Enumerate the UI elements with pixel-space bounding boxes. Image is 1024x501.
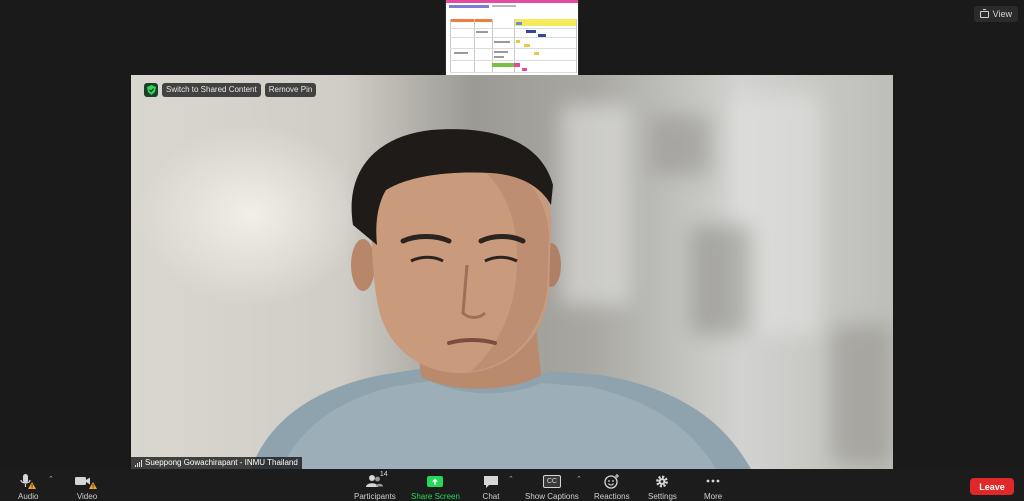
participants-button[interactable]: 14 Participants	[354, 471, 396, 501]
participants-count: 14	[379, 471, 388, 478]
caret-up-icon[interactable]: ⌃	[576, 475, 582, 483]
captions-icon: CC	[542, 475, 561, 488]
thumbnail-subtitle	[492, 5, 516, 7]
chat-icon	[484, 476, 498, 488]
chat-button[interactable]: Chat	[482, 473, 500, 501]
show-captions-button[interactable]: CC Show Captions	[525, 473, 579, 501]
thumbnail-cell	[514, 63, 520, 67]
thumbnail-gridline	[450, 37, 576, 38]
thumbnail-gridline	[450, 60, 576, 61]
meeting-toolbar: Audio ⌃ Video 14 Participants Share Scre…	[0, 469, 1024, 501]
thumbnail-cell	[534, 52, 539, 55]
thumbnail-cell	[522, 68, 527, 71]
leave-button[interactable]: Leave	[970, 478, 1014, 495]
remove-pin-button[interactable]: Remove Pin	[264, 83, 317, 97]
share-screen-button[interactable]: Share Screen	[411, 473, 460, 501]
thumbnail-cell	[516, 22, 522, 25]
settings-button[interactable]: Settings	[648, 473, 677, 501]
thumbnail-text	[494, 51, 508, 53]
thumbnail-cell	[524, 44, 530, 47]
thumbnail-text	[476, 31, 488, 33]
thumbnail-gridline	[450, 72, 576, 73]
thumbnail-text	[494, 41, 510, 43]
participant-figure	[251, 129, 751, 469]
view-button[interactable]: View	[973, 6, 1018, 22]
caret-up-icon[interactable]: ⌃	[508, 475, 514, 483]
view-label: View	[992, 9, 1012, 19]
thumbnail-cell	[492, 63, 514, 67]
thumbnail-cell	[526, 30, 536, 33]
thumbnail-header-right	[514, 19, 576, 26]
shared-content-thumbnail[interactable]	[446, 0, 578, 75]
thumbnail-cell	[516, 40, 520, 43]
thumbnail-text	[454, 52, 468, 54]
thumbnail-text	[494, 56, 504, 58]
caret-up-icon[interactable]: ⌃	[48, 475, 54, 483]
video-button[interactable]: Video	[74, 473, 100, 501]
more-icon	[706, 479, 720, 483]
thumbnail-gridline	[576, 19, 577, 73]
reactions-icon	[604, 474, 619, 489]
switch-to-shared-content-button[interactable]: Switch to Shared Content	[162, 83, 261, 97]
reactions-button[interactable]: Reactions	[594, 473, 630, 501]
thumbnail-titlebar	[446, 0, 578, 3]
thumbnail-header-left	[450, 19, 492, 22]
share-screen-icon	[427, 476, 444, 487]
gear-icon	[656, 475, 669, 488]
signal-icon	[135, 459, 142, 467]
main-video	[131, 75, 893, 469]
microphone-icon	[20, 474, 37, 489]
video-pin-bar: Switch to Shared Content Remove Pin	[144, 83, 317, 97]
thumbnail-cell	[538, 34, 546, 37]
audio-button[interactable]: Audio	[18, 473, 38, 501]
camera-icon	[75, 477, 97, 489]
shield-icon[interactable]	[144, 83, 158, 97]
thumbnail-gridline	[450, 28, 576, 29]
view-icon	[979, 8, 989, 18]
thumbnail-gridline	[450, 48, 576, 49]
participant-name-tag: Sueppong Gowachirapant - INMU Thailand	[131, 457, 302, 469]
more-button[interactable]: More	[704, 473, 722, 501]
thumbnail-title	[449, 5, 489, 8]
participant-name: Sueppong Gowachirapant - INMU Thailand	[145, 458, 298, 467]
